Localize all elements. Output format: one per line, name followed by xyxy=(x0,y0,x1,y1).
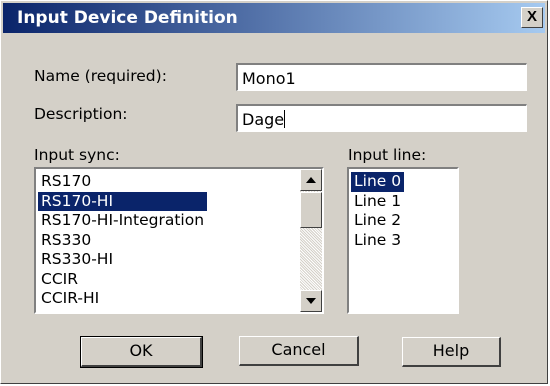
scroll-up-button[interactable] xyxy=(300,169,322,191)
input-sync-item[interactable]: RS170 xyxy=(38,172,207,192)
close-icon: X xyxy=(526,8,537,25)
text-caret xyxy=(284,110,286,128)
input-line-label: Input line: xyxy=(348,146,427,164)
input-sync-item[interactable]: RS330 xyxy=(38,231,207,251)
input-device-definition-dialog: Input Device Definition X Name (required… xyxy=(0,0,548,384)
input-line-listbox[interactable]: Line 0 Line 1 Line 2 Line 3 xyxy=(347,167,459,314)
name-value: Mono1 xyxy=(242,69,296,88)
input-line-item[interactable]: Line 2 xyxy=(351,211,404,231)
scroll-thumb[interactable] xyxy=(300,192,322,228)
title-bar[interactable]: Input Device Definition X xyxy=(3,3,545,33)
input-line-item[interactable]: Line 0 xyxy=(351,172,405,192)
input-sync-scrollbar[interactable] xyxy=(300,169,322,312)
input-sync-item[interactable]: CCIR-HI xyxy=(38,289,207,309)
input-line-item[interactable]: Line 3 xyxy=(351,231,404,251)
input-line-item[interactable]: Line 1 xyxy=(351,192,404,212)
description-field[interactable]: Dage xyxy=(236,104,527,132)
description-label: Description: xyxy=(34,105,128,123)
input-sync-items: RS170 RS170-HI RS170-HI-Integration RS330 RS… xyxy=(38,172,208,309)
input-sync-item[interactable]: CCIR xyxy=(38,270,207,290)
help-button[interactable]: Help xyxy=(402,337,501,367)
input-sync-label: Input sync: xyxy=(34,146,120,164)
dialog-title: Input Device Definition xyxy=(17,8,238,28)
close-button[interactable]: X xyxy=(521,7,543,28)
scroll-down-button[interactable] xyxy=(300,290,322,312)
name-field[interactable]: Mono1 xyxy=(236,63,527,91)
name-label: Name (required): xyxy=(34,67,167,85)
cancel-button[interactable]: Cancel xyxy=(239,336,359,366)
arrow-up-icon xyxy=(306,177,316,183)
arrow-down-icon xyxy=(306,298,316,304)
input-sync-item[interactable]: RS330-HI xyxy=(38,250,207,270)
ok-button[interactable]: OK xyxy=(80,336,203,368)
input-sync-item[interactable]: RS170-HI-Integration xyxy=(38,211,207,231)
input-sync-item[interactable]: RS170-HI xyxy=(38,191,208,211)
input-line-items: Line 0 Line 1 Line 2 Line 3 xyxy=(351,172,405,251)
input-sync-listbox[interactable]: RS170 RS170-HI RS170-HI-Integration RS330 RS… xyxy=(34,167,324,314)
description-value: Dage xyxy=(242,110,285,129)
